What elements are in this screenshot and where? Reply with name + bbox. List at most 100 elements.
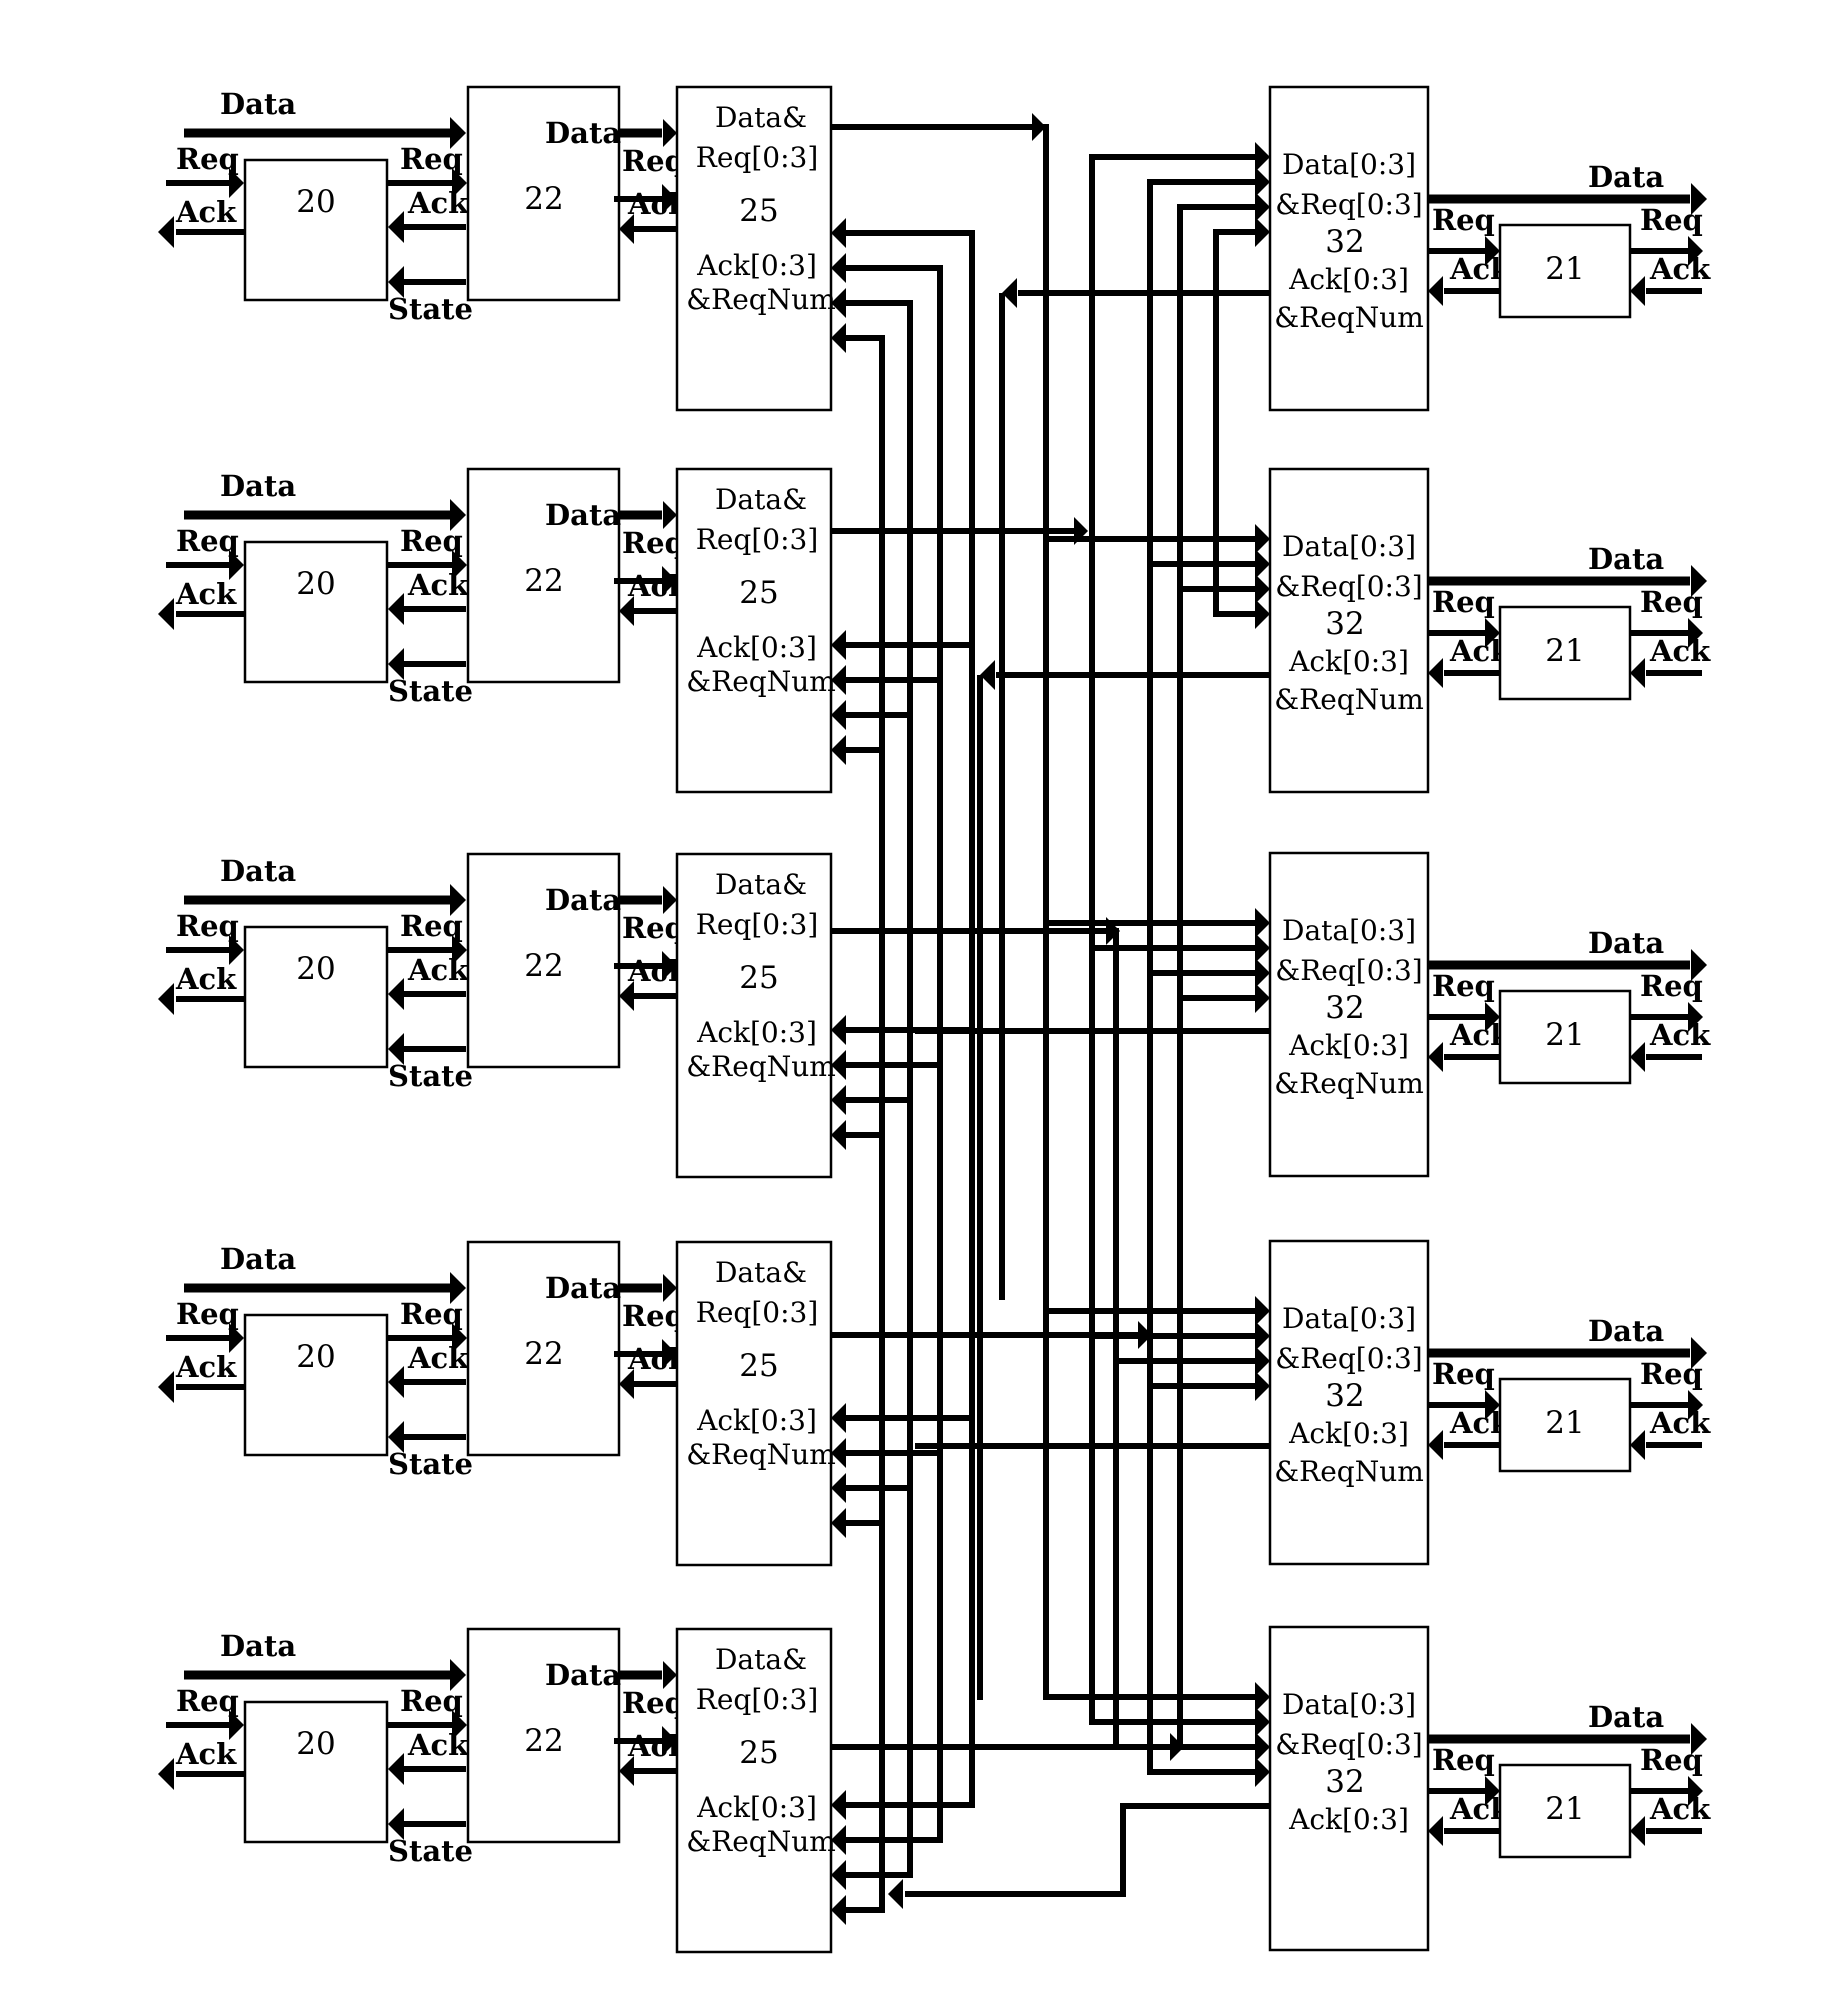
source-ack-arrow-icon xyxy=(831,1473,846,1503)
unit-21-label: 21 xyxy=(1545,1791,1584,1827)
req-label: Req xyxy=(622,144,685,178)
unit-25-label: 25 xyxy=(739,193,778,229)
ack-arrow-icon xyxy=(619,214,634,244)
unit-25-port-label: Data& xyxy=(715,1256,807,1289)
ack-label: Ack xyxy=(1649,1018,1711,1052)
unit-32-port-label: &ReqNum xyxy=(1274,301,1424,334)
data-label: Data xyxy=(545,1271,621,1305)
state-label: State xyxy=(388,1447,473,1481)
unit-25-port-label: Data& xyxy=(715,483,807,516)
source-unit-3: DataReqAck 20ReqAckState22DataReqAckData&… xyxy=(158,852,836,1179)
source-unit-1: DataReqAck 20ReqAckState22DataReqAckData&… xyxy=(158,85,836,412)
req-label: Req xyxy=(622,1686,685,1720)
source-ack-arrow-icon xyxy=(831,1790,846,1820)
data-label: Data xyxy=(1588,160,1664,194)
data-label: Data xyxy=(1588,1700,1664,1734)
ack-label: Ack xyxy=(175,962,237,996)
ack-label: Ack xyxy=(407,186,469,220)
data-label: Data xyxy=(1588,542,1664,576)
interconnect-block-diagram: DataReqAck 20ReqAckState22DataReqAckData&… xyxy=(158,85,1711,1954)
unit-32-port-label: Ack[0:3] xyxy=(1288,645,1409,678)
unit-32-port-label: &ReqNum xyxy=(1274,683,1424,716)
unit-25-port-label: Data& xyxy=(715,868,807,901)
unit-22-label: 22 xyxy=(524,181,563,217)
dest-input-arrow-icon xyxy=(1255,549,1270,579)
unit-22-label: 22 xyxy=(524,1336,563,1372)
unit-20-box xyxy=(243,1700,389,1844)
unit-25-port-label: Req[0:3] xyxy=(696,141,819,174)
state-label: State xyxy=(388,292,473,326)
unit-20-box xyxy=(243,1313,389,1457)
dest-input-arrow-icon xyxy=(1255,599,1270,629)
unit-32-port-label: &ReqNum xyxy=(1274,1067,1424,1100)
req-label: Req xyxy=(622,526,685,560)
ack-arrow-icon xyxy=(1630,1430,1645,1460)
unit-25-port-label: Data& xyxy=(715,101,807,134)
unit-25-port-label: &ReqNum xyxy=(686,1050,836,1083)
source-ack-arrow-icon xyxy=(831,1403,846,1433)
unit-32-label: 32 xyxy=(1325,1378,1364,1414)
dest-input-arrow-icon xyxy=(1255,1732,1270,1762)
unit-32-label: 32 xyxy=(1325,606,1364,642)
unit-22-label: 22 xyxy=(524,948,563,984)
dest-input-arrow-icon xyxy=(1255,1371,1270,1401)
data-label: Data xyxy=(545,498,621,532)
ack-label: Ack xyxy=(407,1728,469,1762)
source-ack-arrow-icon xyxy=(831,700,846,730)
ack-arrow-icon xyxy=(619,596,634,626)
unit-21-label: 21 xyxy=(1545,633,1584,669)
unit-25-port-label: Ack[0:3] xyxy=(696,249,817,282)
data-label: Data xyxy=(220,1242,296,1276)
ack-arrow-icon xyxy=(888,1879,903,1909)
dest-input-arrow-icon xyxy=(1255,142,1270,172)
unit-25-port-label: Ack[0:3] xyxy=(696,1791,817,1824)
source-ack-arrow-icon xyxy=(831,1508,846,1538)
req-label: Req xyxy=(1640,585,1703,619)
source-unit-5: DataReqAck 20ReqAckState22DataReqAckData&… xyxy=(158,1627,836,1954)
ack-arrow-icon xyxy=(1630,658,1645,688)
dest-input-arrow-icon xyxy=(1255,933,1270,963)
dest-input-arrow-icon xyxy=(1255,1682,1270,1712)
unit-20-box xyxy=(243,158,389,302)
ack-arrow-icon xyxy=(1428,1042,1443,1072)
ack-label: Ack xyxy=(1649,1406,1711,1440)
unit-32-port-label: Data[0:3] xyxy=(1282,1302,1416,1335)
req-label: Req xyxy=(1432,1743,1495,1777)
req-label: Req xyxy=(622,911,685,945)
ack-label: Ack xyxy=(1649,252,1711,286)
ack-arrow-icon xyxy=(1428,1430,1443,1460)
unit-32-port-label: &Req[0:3] xyxy=(1275,954,1422,987)
unit-22-label: 22 xyxy=(524,563,563,599)
ack-arrow-icon xyxy=(1630,276,1645,306)
source-ack-arrow-icon xyxy=(831,218,846,248)
source-units: DataReqAck 20ReqAckState22DataReqAckData&… xyxy=(158,85,836,1954)
unit-25-label: 25 xyxy=(739,1735,778,1771)
source-unit-2: DataReqAck 20ReqAckState22DataReqAckData&… xyxy=(158,467,836,794)
unit-21-label: 21 xyxy=(1545,1017,1584,1053)
data-label: Data xyxy=(1588,926,1664,960)
data-label: Data xyxy=(220,87,296,121)
unit-32-label: 32 xyxy=(1325,224,1364,260)
data-label: Data xyxy=(545,116,621,150)
unit-32-port-label: Ack[0:3] xyxy=(1288,1417,1409,1450)
unit-32-port-label: &ReqNum xyxy=(1274,1455,1424,1488)
unit-32-port-label: Ack[0:3] xyxy=(1288,1029,1409,1062)
ack-label: Ack xyxy=(1649,1792,1711,1826)
data-label: Data xyxy=(220,1629,296,1663)
data-arrow-icon xyxy=(663,119,677,147)
state-label: State xyxy=(388,674,473,708)
destination-unit-3: Data[0:3] &Req[0:3]32Ack[0:3] &ReqNum Data R… xyxy=(1268,851,1711,1178)
req-label: Req xyxy=(1432,585,1495,619)
data-label: Data xyxy=(220,854,296,888)
unit-32-port-label: &Req[0:3] xyxy=(1275,570,1422,603)
ack-arrow-icon xyxy=(1428,1816,1443,1846)
unit-20-label: 20 xyxy=(296,184,335,220)
unit-25-port-label: &ReqNum xyxy=(686,1438,836,1471)
ack-label: Ack xyxy=(1649,634,1711,668)
source-ack-arrow-icon xyxy=(831,1895,846,1925)
dest-ack-wire xyxy=(905,1803,1270,1897)
req-label: Req xyxy=(1640,203,1703,237)
ack-label: Ack xyxy=(175,577,237,611)
ack-arrow-icon xyxy=(388,593,404,625)
source-ack-arrow-icon xyxy=(831,1015,846,1045)
